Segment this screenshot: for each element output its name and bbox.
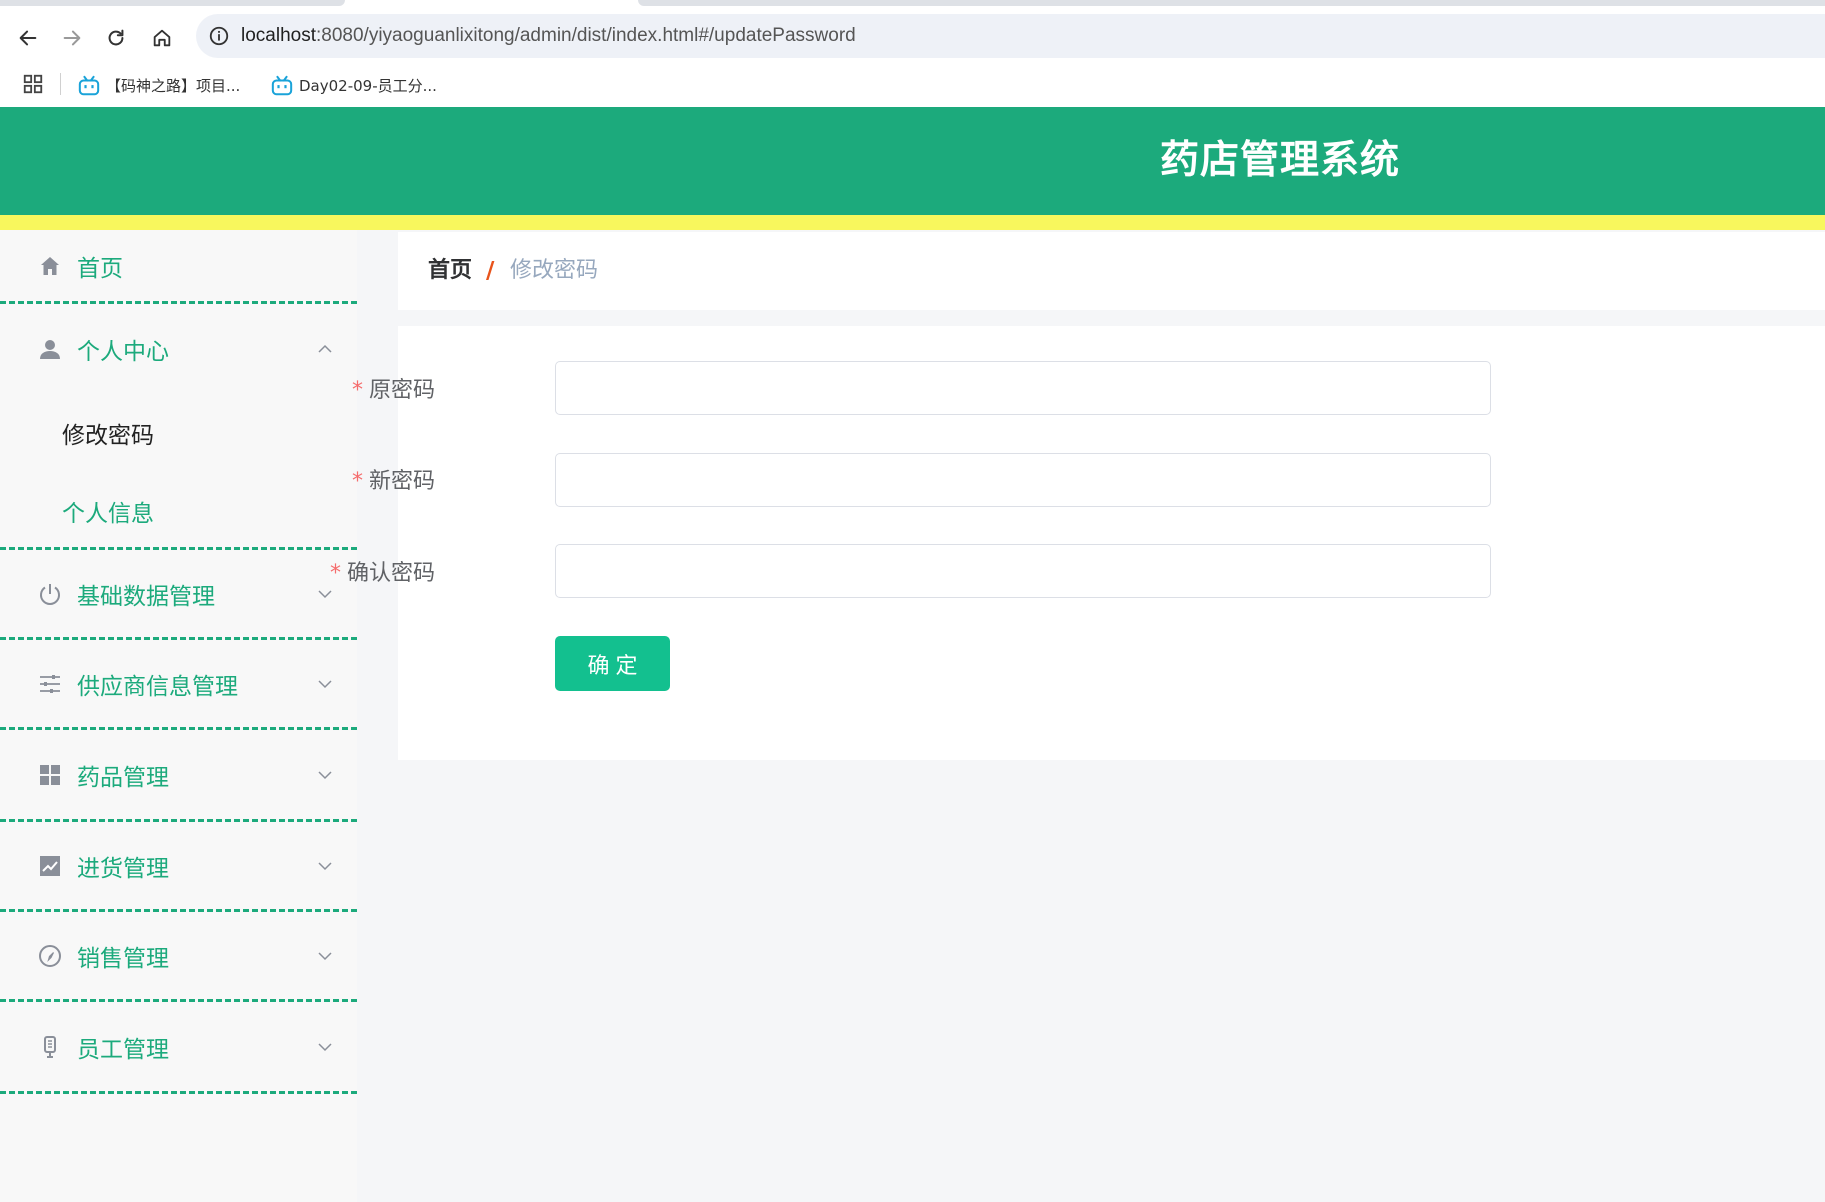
bilibili-icon [78, 75, 100, 95]
chevron-down-icon [318, 952, 332, 961]
sidebar-item-sales[interactable]: 销售管理 [0, 912, 357, 1000]
new-password-input[interactable] [555, 453, 1491, 507]
forward-button[interactable] [56, 22, 88, 54]
sliders-icon [40, 675, 60, 693]
sidebar-subitem-personal-info[interactable]: 个人信息 [62, 494, 154, 528]
user-icon [40, 340, 60, 359]
password-form: * 原密码 * 新密码 * 确认密码 确定 [330, 326, 1825, 760]
old-password-input[interactable] [555, 361, 1491, 415]
old-password-label: * 原密码 [352, 372, 435, 404]
address-bar[interactable]: localhost:8080/yiyaoguanlixitong/admin/d… [196, 14, 1825, 58]
field-label-text: 原密码 [368, 378, 435, 403]
grid-icon [40, 765, 60, 785]
chevron-down-icon [318, 862, 332, 871]
app-header: 药店管理系统 [0, 107, 1825, 230]
browser-toolbar: localhost:8080/yiyaoguanlixitong/admin/d… [0, 8, 1825, 64]
compass-icon [39, 945, 61, 967]
power-icon [40, 584, 60, 605]
sidebar-item-home[interactable]: 首页 [0, 230, 357, 302]
browser-tab-strip [0, 0, 1825, 8]
required-mark: * [351, 378, 363, 403]
arrow-right-icon [63, 30, 81, 46]
bookmarks-bar: 【码神之路】项目... Day02-09-员工分... [0, 64, 1825, 107]
new-password-label: * 新密码 [352, 463, 435, 495]
menu-divider [0, 1091, 357, 1094]
chevron-down-icon [318, 1043, 332, 1052]
apps-grid-icon[interactable] [22, 73, 44, 95]
chevron-down-icon [318, 771, 332, 780]
breadcrumb-separator: / [486, 258, 495, 284]
back-button[interactable] [12, 22, 44, 54]
home-page-button[interactable] [146, 22, 178, 54]
bookmarks-separator [60, 73, 61, 95]
microphone-icon [44, 1036, 56, 1058]
breadcrumb-current: 修改密码 [510, 258, 599, 283]
home-icon [41, 257, 59, 275]
chevron-up-icon [318, 344, 332, 353]
chevron-down-icon [318, 680, 332, 689]
confirm-password-label: * 确认密码 [330, 555, 435, 587]
reload-icon [108, 29, 124, 46]
browser-tab[interactable] [0, 0, 345, 6]
sidebar-item-purchase[interactable]: 进货管理 [0, 822, 357, 910]
bookmark-label: Day02-09-员工分... [299, 77, 437, 95]
url-host: localhost [241, 25, 316, 46]
breadcrumb: 首页 / 修改密码 [398, 232, 1825, 310]
field-label-text: 新密码 [368, 469, 435, 494]
bilibili-icon [271, 75, 293, 95]
sidebar-subitem-change-password[interactable]: 修改密码 [62, 416, 154, 450]
arrow-left-icon [19, 30, 37, 46]
house-outline-icon [153, 29, 171, 47]
sidebar-item-staff[interactable]: 员工管理 [0, 1002, 357, 1092]
info-icon[interactable] [208, 25, 230, 47]
sidebar-item-label: 销售管理 [77, 946, 169, 972]
sidebar-item-label: 进货管理 [77, 856, 169, 882]
header-accent-strip [0, 215, 1825, 230]
url-path: :8080/yiyaoguanlixitong/admin/dist/index… [316, 25, 856, 46]
app-title: 药店管理系统 [1159, 138, 1400, 183]
sidebar-item-basic-data[interactable]: 基础数据管理 [0, 550, 357, 638]
sidebar-item-label: 员工管理 [77, 1037, 169, 1063]
sidebar-item-supplier[interactable]: 供应商信息管理 [0, 640, 357, 728]
sidebar-item-label: 首页 [77, 256, 123, 282]
bookmark-label: 【码神之路】项目... [106, 77, 241, 95]
breadcrumb-home[interactable]: 首页 [428, 232, 472, 310]
browser-tab-active[interactable] [638, 0, 1825, 6]
reload-button[interactable] [100, 22, 132, 54]
sidebar-item-personal-center[interactable]: 个人中心 [0, 304, 357, 394]
sidebar-item-label: 基础数据管理 [77, 584, 215, 610]
chevron-down-icon [318, 590, 332, 599]
sidebar-item-medicine[interactable]: 药品管理 [0, 730, 357, 820]
sidebar-item-label: 药品管理 [77, 765, 169, 791]
chart-icon [40, 856, 60, 876]
sidebar: 首页 个人中心 修改密码 个人信息 基础数据管理 供应商信息管理 药品管理 进货… [0, 230, 357, 1202]
required-mark: * [351, 469, 363, 494]
sidebar-item-label: 个人中心 [77, 339, 169, 365]
confirm-password-input[interactable] [555, 544, 1491, 598]
sidebar-item-label: 供应商信息管理 [77, 674, 238, 700]
url-text[interactable]: localhost:8080/yiyaoguanlixitong/admin/d… [241, 14, 856, 58]
bookmark-item[interactable]: Day02-09-员工分... [271, 64, 437, 107]
required-mark: * [329, 561, 341, 586]
bookmark-item[interactable]: 【码神之路】项目... [78, 64, 240, 107]
confirm-button[interactable]: 确定 [555, 636, 670, 691]
field-label-text: 确认密码 [346, 561, 435, 586]
